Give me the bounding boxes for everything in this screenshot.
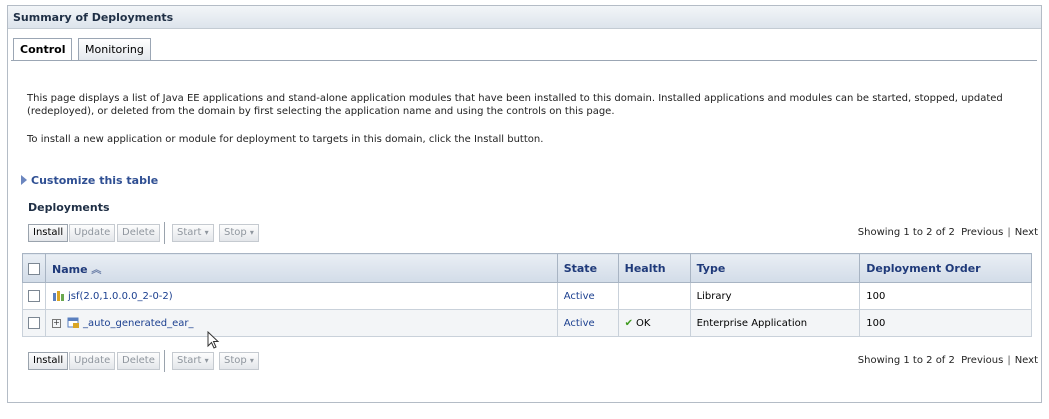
paging-text: Showing 1 to 2 of 2 [857, 355, 955, 366]
mouse-pointer-icon [207, 331, 220, 349]
chevron-down-icon: ▾ [204, 228, 209, 237]
row-select-cell [22, 282, 46, 310]
plus-expander-icon[interactable]: + [52, 318, 61, 328]
column-state[interactable]: State [556, 253, 619, 283]
install-hint: To install a new application or module f… [27, 134, 544, 145]
start-label: Start [177, 227, 202, 238]
start-label: Start [177, 355, 202, 366]
start-dropdown-button[interactable]: Start ▾ [172, 224, 214, 242]
select-all-cell [22, 253, 46, 283]
update-button[interactable]: Update [69, 352, 116, 370]
name-cell: jsf(2.0,1.0.0.0_2-0-2) [45, 282, 558, 310]
start-dropdown-button[interactable]: Start ▾ [172, 352, 214, 370]
table-row: jsf(2.0,1.0.0.0_2-0-2) Active Library 10… [22, 282, 1032, 310]
next-link[interactable]: Next [1015, 355, 1038, 366]
green-check-icon: ✔ [624, 317, 634, 329]
stop-dropdown-button[interactable]: Stop ▾ [219, 352, 259, 370]
deployments-panel: Summary of Deployments Control Monitorin… [7, 5, 1042, 403]
table-row: + _auto_generated_ear_ Active ✔ OK Enterp… [22, 309, 1032, 337]
column-name[interactable]: Name ︽ [45, 253, 558, 283]
state-cell: Active [556, 309, 619, 337]
state-cell: Active [556, 282, 619, 310]
delete-button[interactable]: Delete [117, 352, 160, 370]
state-value: Active [563, 290, 595, 302]
stop-label: Stop [224, 227, 247, 238]
name-cell: + _auto_generated_ear_ [45, 309, 558, 337]
tab-divider [11, 60, 1037, 61]
toolbar-separator [164, 222, 165, 244]
bottom-toolbar: Install Update Delete Start ▾ Stop ▾ Sho… [28, 348, 1038, 374]
install-button[interactable]: Install [28, 224, 69, 242]
paging-separator: | [1007, 355, 1011, 366]
previous-link[interactable]: Previous [961, 355, 1003, 366]
next-link[interactable]: Next [1015, 227, 1038, 238]
type-cell: Enterprise Application [689, 309, 861, 337]
paging-text: Showing 1 to 2 of 2 [857, 227, 955, 238]
section-title: Deployments [28, 201, 110, 214]
paging-info: Showing 1 to 2 of 2 Previous | Next [858, 355, 1038, 366]
paging-separator: | [1007, 227, 1011, 238]
stop-dropdown-button[interactable]: Stop ▾ [219, 224, 259, 242]
install-button[interactable]: Install [28, 352, 69, 370]
panel-title: Summary of Deployments [8, 6, 1041, 29]
select-all-checkbox[interactable] [28, 262, 40, 275]
customize-table-link[interactable]: Customize this table [21, 174, 158, 187]
tab-control[interactable]: Control [13, 38, 73, 61]
sort-ascending-icon: ︽ [91, 264, 102, 276]
tab-bar: Control Monitoring [8, 30, 1041, 64]
stop-label: Stop [224, 355, 247, 366]
deployments-table: Name ︽ State Health Type Deployment Orde… [22, 253, 1032, 337]
health-cell [617, 282, 691, 310]
page-description: This page displays a list of Java EE app… [27, 93, 1003, 117]
order-cell: 100 [859, 309, 1032, 337]
column-name-label: Name [52, 262, 88, 276]
library-icon [53, 291, 64, 301]
chevron-down-icon: ▾ [249, 356, 254, 365]
deployment-name-link[interactable]: _auto_generated_ear_ [83, 318, 194, 329]
row-select-cell [22, 309, 46, 337]
chevron-down-icon: ▾ [204, 356, 209, 365]
paging-info: Showing 1 to 2 of 2 Previous | Next [858, 227, 1038, 238]
row-checkbox[interactable] [28, 317, 40, 329]
chevron-down-icon: ▾ [249, 228, 254, 237]
top-toolbar: Install Update Delete Start ▾ Stop ▾ Sho… [28, 220, 1038, 246]
tab-monitoring[interactable]: Monitoring [78, 38, 151, 60]
column-health[interactable]: Health [617, 253, 691, 283]
customize-label: Customize this table [31, 174, 159, 187]
table-header-row: Name ︽ State Health Type Deployment Orde… [22, 253, 1032, 283]
previous-link[interactable]: Previous [961, 227, 1003, 238]
delete-button[interactable]: Delete [117, 224, 160, 242]
row-checkbox[interactable] [28, 290, 40, 302]
deployment-name-link[interactable]: jsf(2.0,1.0.0.0_2-0-2) [68, 291, 173, 302]
type-cell: Library [689, 282, 861, 310]
enterprise-app-icon [67, 317, 79, 328]
update-button[interactable]: Update [69, 224, 116, 242]
order-cell: 100 [859, 282, 1032, 310]
toolbar-separator [164, 350, 165, 372]
column-type[interactable]: Type [689, 253, 861, 283]
health-cell: ✔ OK [617, 309, 691, 337]
health-value: OK [636, 317, 651, 329]
column-deployment-order[interactable]: Deployment Order [859, 253, 1032, 283]
expand-triangle-icon [21, 175, 27, 185]
state-value: Active [563, 317, 595, 329]
